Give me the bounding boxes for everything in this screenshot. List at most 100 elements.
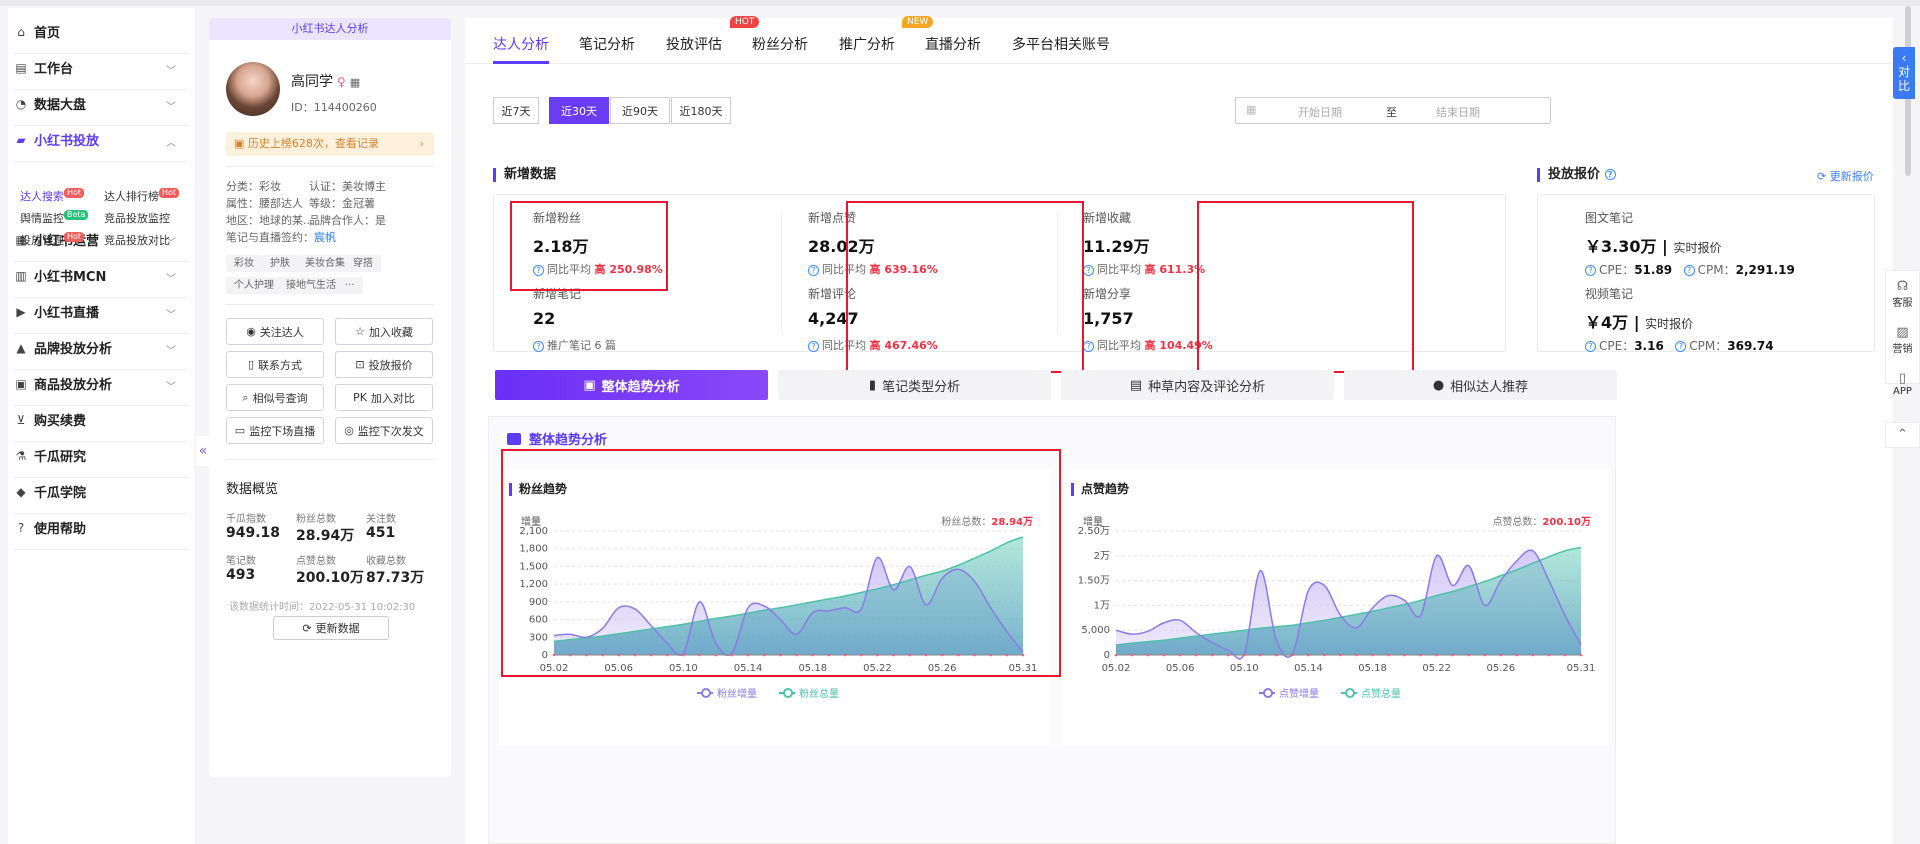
range-30d[interactable]: 近30天 (549, 97, 609, 124)
y-tick-label: 1,500 (519, 561, 548, 572)
divider (1057, 213, 1058, 333)
sidebar-item-label: 品牌投放分析 (34, 342, 113, 357)
sidebar-collapse-button[interactable]: « (196, 436, 210, 466)
date-range-picker[interactable]: ▦ 开始日期 至 结束日期 (1235, 97, 1551, 124)
more-tags-chip[interactable]: ··· (337, 277, 363, 294)
stat-value: 200.10万 (296, 570, 365, 586)
legend-increase[interactable]: 点赞增量 (1259, 685, 1319, 700)
hot-badge: HOT (730, 16, 760, 28)
help-icon[interactable]: ? (533, 264, 544, 276)
range-90d[interactable]: 近90天 (610, 97, 670, 124)
tab-overall-trend[interactable]: ▣ 整体趋势分析 (495, 370, 768, 400)
tab-multi-platform[interactable]: 多平台相关账号 (1012, 34, 1110, 54)
sign-info: 笔记与直播签约：宸帆 (226, 231, 336, 244)
tab-content-comments[interactable]: ▤ 种草内容及评论分析 (1061, 370, 1334, 400)
sidebar-item-label: 使用帮助 (34, 522, 87, 537)
history-ranking-link[interactable]: ▣ 历史上榜628次，查看记录 › (226, 132, 434, 156)
range-7d[interactable]: 近7天 (493, 97, 539, 124)
refresh-icon: ⟳ (302, 621, 312, 635)
refresh-data-button[interactable]: ⟳ 更新数据 (273, 616, 389, 640)
tab-fans-analysis[interactable]: 粉丝分析 (752, 34, 808, 54)
data-point (585, 653, 588, 657)
add-compare-button[interactable]: PK 加入对比 (335, 384, 433, 411)
help-icon[interactable]: ? (533, 340, 544, 352)
range-180d[interactable]: 近180天 (671, 97, 731, 124)
fans-trend-chart: 粉丝趋势 增量 粉丝总数：28.94万 0 300 600 900 1,200 1,500… (499, 469, 1051, 745)
data-point (957, 653, 960, 657)
compare-float-button[interactable]: ‹ 对比 (1893, 47, 1915, 99)
region-info: 地区：地球的某... (226, 214, 314, 227)
help-icon[interactable]: ? (1585, 265, 1596, 276)
y-tick-label: 0 (542, 650, 548, 661)
subnav-sentiment-monitor[interactable]: 舆情监控 Beta (20, 210, 89, 226)
start-date-input[interactable]: 开始日期 (1298, 104, 1342, 120)
help-icon[interactable]: ? (1585, 341, 1596, 352)
y-tick-label: 2.50万 (1078, 526, 1110, 537)
metric-label: 新增分享 (1083, 287, 1132, 301)
marketing-button[interactable]: ▨ 营销 (1886, 325, 1919, 363)
data-point (811, 653, 815, 657)
sidebar-item-3[interactable]: ▰ 小红书投放 ︿ (14, 118, 188, 162)
note-icon: ▮ (868, 377, 877, 393)
subnav-talent-ranking[interactable]: 达人排行榜 Hot (104, 188, 180, 204)
chart-legend: 点赞增量 点赞总量 (1259, 685, 1401, 700)
x-tick-label: 05.10 (669, 663, 698, 674)
tab-note-type[interactable]: ▮ 笔记类型分析 (778, 370, 1051, 400)
x-tick-label: 05.31 (1009, 663, 1038, 674)
monitor-post-button[interactable]: ◎ 监控下次发文 (335, 417, 433, 444)
subnav-competitor-monitor[interactable]: 竞品投放监控 (104, 210, 170, 226)
contact-button[interactable]: ▯ 联系方式 (226, 351, 324, 378)
legend-increase[interactable]: 粉丝增量 (697, 685, 757, 700)
help-icon[interactable]: ? (1083, 340, 1094, 352)
subnav-competitor-compare[interactable]: 竞品投放对比 (104, 232, 170, 248)
metric-compare: ? 推广笔记 6 篇 (533, 337, 616, 353)
help-icon[interactable]: ? (1604, 169, 1616, 180)
sidebar-item-label: 小红书直播 (34, 306, 100, 321)
app-button[interactable]: ▯ APP (1886, 371, 1919, 409)
sign-agency-link[interactable]: 宸帆 (314, 231, 336, 244)
tab-similar-talent[interactable]: ● 相似达人推荐 (1344, 370, 1617, 400)
data-point (989, 653, 992, 657)
data-point (1387, 653, 1390, 657)
stat-label: 收藏总数 (366, 556, 406, 567)
legend-total[interactable]: 点赞总量 (1341, 685, 1401, 700)
tab-note-analysis[interactable]: 笔记分析 (579, 34, 635, 54)
hot-tag: Hot (64, 232, 85, 242)
trend-icon (507, 432, 521, 445)
data-point (908, 653, 912, 657)
price-label: 视频笔记 (1585, 287, 1634, 301)
tab-promotion-analysis[interactable]: 推广分析 (839, 34, 895, 54)
help-icon[interactable]: ? (1083, 264, 1094, 276)
graduation-icon: ◆ (16, 484, 26, 499)
legend-total[interactable]: 粉丝总量 (779, 685, 839, 700)
add-favorite-button[interactable]: ☆ 加入收藏 (335, 318, 433, 345)
tab-live-analysis[interactable]: 直播分析 (925, 34, 981, 54)
subnav-talent-search[interactable]: 达人搜索 Hot (20, 188, 85, 204)
similar-account-button[interactable]: ⌕ 相似号查询 (226, 384, 324, 411)
end-date-input[interactable]: 结束日期 (1436, 104, 1480, 120)
data-point (1419, 653, 1422, 657)
metric-label: 新增粉丝 (533, 211, 582, 225)
chevron-up-icon: ︿ (166, 138, 176, 149)
data-point (1547, 653, 1551, 657)
back-to-top-button[interactable]: ⌃ (1885, 422, 1920, 448)
stat-value: 451 (366, 525, 396, 541)
metric-compare: ? 同比平均 高 611.3% (1083, 261, 1205, 277)
help-icon[interactable]: ? (1683, 265, 1695, 276)
subnav-placement-manage[interactable]: 投放管理 Hot (20, 232, 85, 248)
update-price-link[interactable]: ⟳ 更新报价 (1817, 168, 1874, 184)
placement-price-button[interactable]: ⊡ 投放报价 (335, 351, 433, 378)
help-icon[interactable]: ? (1675, 341, 1687, 352)
tab-talent-analysis[interactable]: 达人分析 (493, 34, 549, 54)
qrcode-icon[interactable]: ▦ (350, 76, 360, 89)
monitor-live-button[interactable]: ▭ 监控下场直播 (226, 417, 324, 444)
stat-label: 笔记数 (226, 556, 256, 567)
data-point (876, 653, 879, 657)
tab-placement-eval[interactable]: 投放评估 (666, 34, 722, 54)
service-button[interactable]: ☊ 客服 (1886, 279, 1919, 317)
metric-value: 2.18万 (533, 237, 589, 256)
follow-talent-button[interactable]: ◉ 关注达人 (226, 318, 324, 345)
help-icon[interactable]: ? (808, 340, 819, 352)
help-icon[interactable]: ? (808, 264, 819, 276)
sidebar-item-12[interactable]: ? 使用帮助 (14, 506, 188, 550)
